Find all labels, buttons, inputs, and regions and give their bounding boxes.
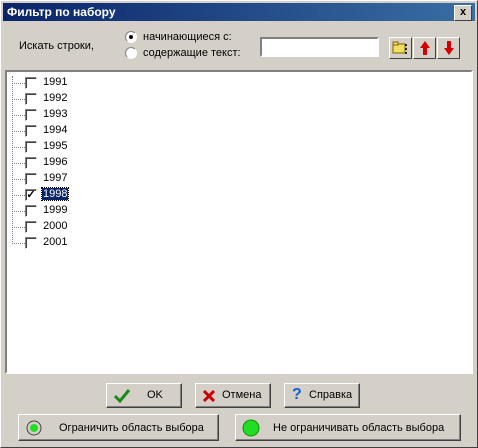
item-checkbox-checked[interactable]: ✓ [25, 189, 37, 201]
item-checkbox[interactable] [25, 109, 37, 121]
no-limit-area-label: Не ограничивать область выбора [273, 422, 445, 434]
item-label: 1991 [43, 76, 68, 88]
list-item[interactable]: 1999 [12, 203, 212, 219]
radio-starts-with-label: начинающиеся с: [143, 31, 232, 43]
cross-icon [202, 389, 216, 403]
item-label: 1995 [43, 140, 68, 152]
list-item[interactable]: 1997 [12, 171, 212, 187]
item-label: 2001 [43, 236, 68, 248]
help-label: Справка [309, 389, 353, 401]
limit-area-label: Ограничить область выбора [59, 422, 204, 434]
radio-contains[interactable] [125, 47, 137, 59]
item-checkbox[interactable] [25, 173, 37, 185]
item-checkbox[interactable] [25, 205, 37, 217]
item-checkbox[interactable] [25, 125, 37, 137]
no-limit-area-button[interactable]: Не ограничивать область выбора [235, 414, 461, 441]
title-bar: Фильтр по набору x [3, 3, 475, 21]
green-circle-icon [242, 419, 260, 437]
arrow-up-icon [419, 41, 430, 55]
item-checkbox[interactable] [25, 93, 37, 105]
item-checkbox[interactable] [25, 237, 37, 249]
list-item[interactable]: 1991 [12, 75, 212, 91]
cancel-button[interactable]: Отмена [195, 383, 271, 408]
search-label: Искать строки, [19, 40, 94, 52]
radio-contains-label: содержащие текст: [143, 47, 241, 59]
find-button[interactable] [389, 37, 412, 59]
item-label: 1996 [43, 156, 68, 168]
item-label: 1999 [43, 204, 68, 216]
green-ring-icon [26, 420, 42, 436]
list-item-selected[interactable]: ✓ 1998 [12, 187, 212, 203]
radio-starts-with[interactable] [125, 31, 137, 43]
checkmark-icon [113, 389, 131, 404]
filter-dialog: Фильтр по набору x Искать строки, начина… [0, 0, 478, 448]
item-checkbox[interactable] [25, 157, 37, 169]
years-tree-list[interactable]: 1991 1992 1993 1994 1995 1996 1997 ✓ 199… [5, 70, 473, 374]
ok-button[interactable]: OK [106, 383, 182, 408]
cancel-label: Отмена [222, 389, 262, 401]
find-icon [392, 41, 407, 54]
close-button[interactable]: x [454, 5, 472, 21]
item-label: 1994 [43, 124, 68, 136]
list-item[interactable]: 1996 [12, 155, 212, 171]
item-checkbox[interactable] [25, 221, 37, 233]
help-icon: ? [292, 386, 302, 403]
item-label: 1998 [40, 187, 70, 201]
item-label: 1992 [43, 92, 68, 104]
limit-area-button[interactable]: Ограничить область выбора [18, 414, 219, 441]
arrow-down-icon [443, 41, 454, 55]
search-input[interactable] [260, 37, 379, 57]
item-label: 2000 [43, 220, 68, 232]
item-checkbox[interactable] [25, 77, 37, 89]
list-item[interactable]: 2000 [12, 219, 212, 235]
find-next-button[interactable] [437, 37, 460, 59]
list-item[interactable]: 1994 [12, 123, 212, 139]
item-checkbox[interactable] [25, 141, 37, 153]
window-title: Фильтр по набору [7, 5, 116, 19]
item-label: 1993 [43, 108, 68, 120]
item-label: 1997 [43, 172, 68, 184]
find-previous-button[interactable] [413, 37, 436, 59]
list-item[interactable]: 1995 [12, 139, 212, 155]
list-item[interactable]: 1992 [12, 91, 212, 107]
ok-label: OK [147, 389, 163, 401]
list-item[interactable]: 2001 [12, 235, 212, 251]
list-item[interactable]: 1993 [12, 107, 212, 123]
help-button[interactable]: ? Справка [284, 383, 360, 408]
